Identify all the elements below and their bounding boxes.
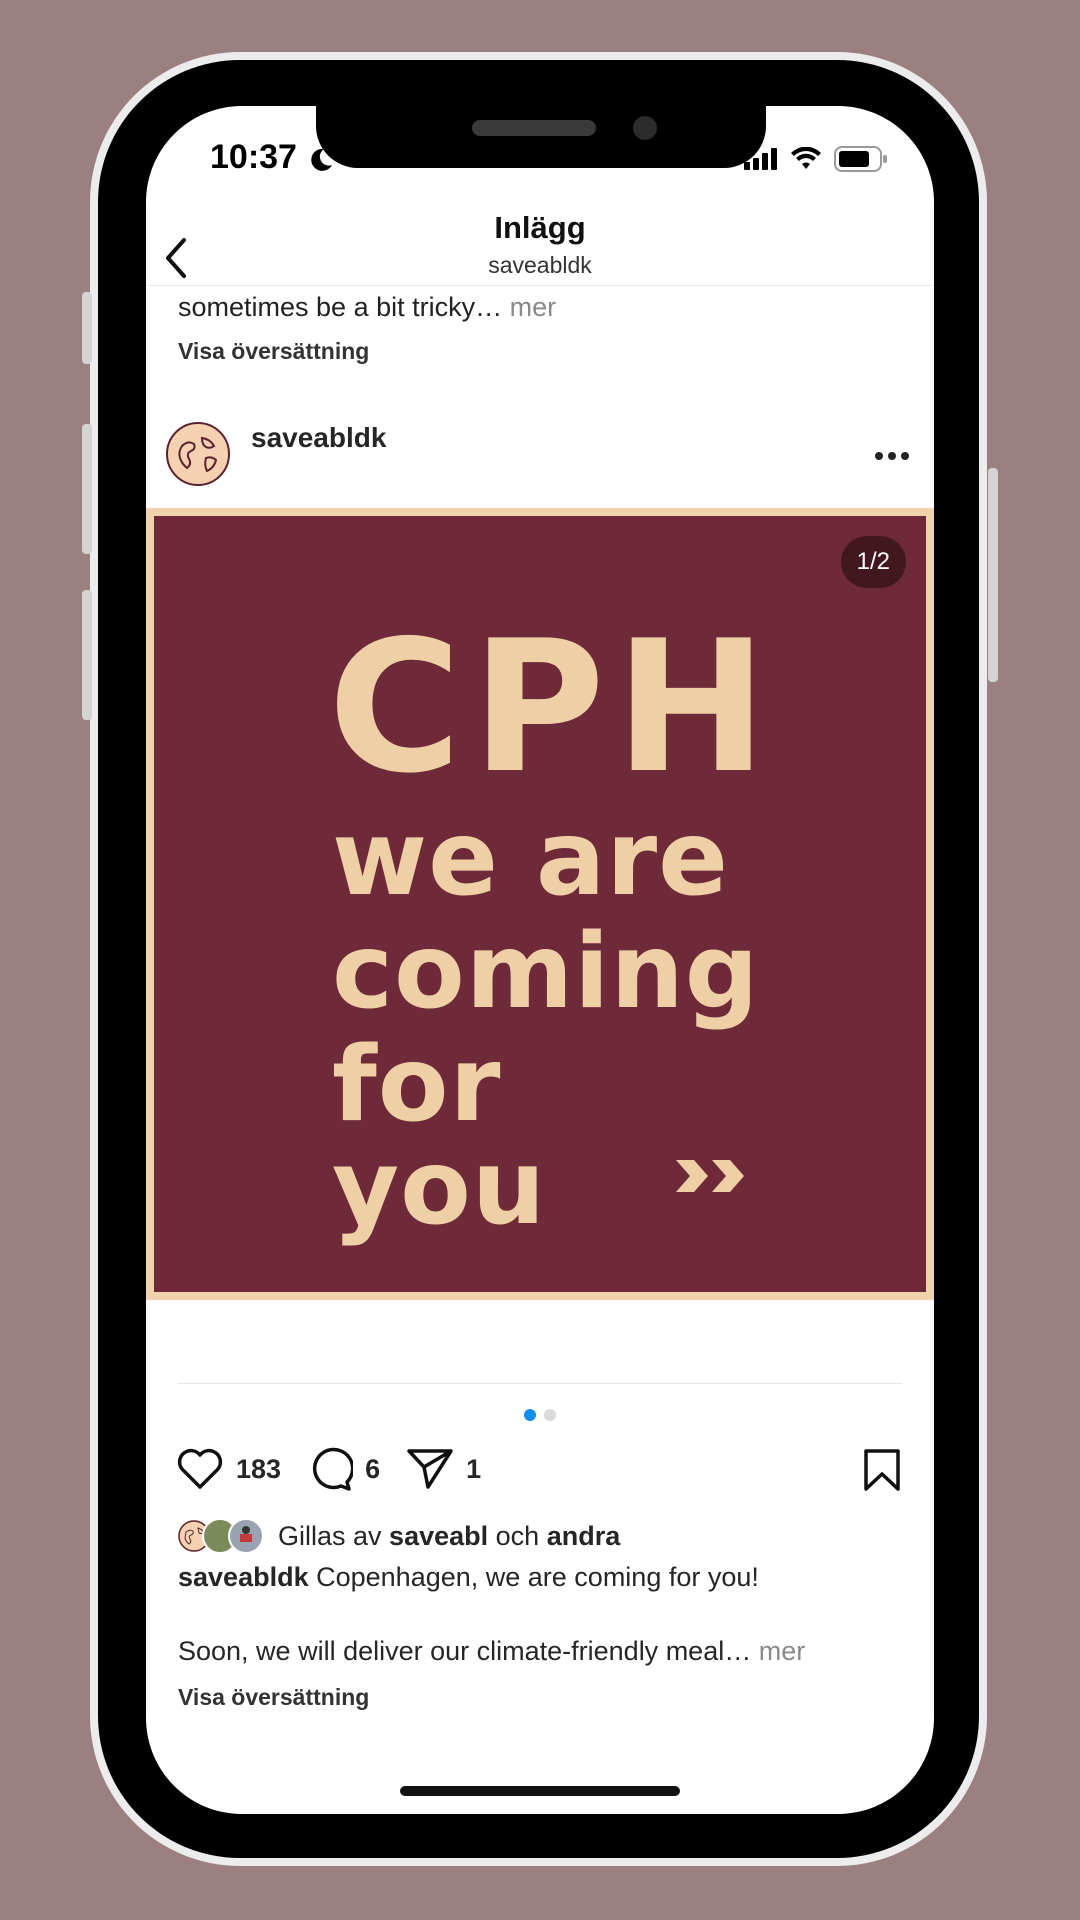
action-bar: 183 6 1 xyxy=(176,1446,507,1492)
liked-by-and: och xyxy=(495,1520,540,1551)
post-avatar[interactable] xyxy=(166,422,230,486)
previous-translate-link[interactable]: Visa översättning xyxy=(178,338,369,365)
globe-icon xyxy=(166,422,230,486)
carousel-counter: 1/2 xyxy=(840,536,906,588)
headline-line-3: coming xyxy=(332,912,760,1032)
caption-line-2-text: Soon, we will deliver our climate-friend… xyxy=(178,1636,752,1666)
like-button[interactable]: 183 xyxy=(176,1447,281,1491)
page-title: Inlägg xyxy=(494,210,586,245)
previous-post-caption: sometimes be a bit tricky… mer xyxy=(178,292,556,323)
notch xyxy=(316,106,766,168)
speaker-grille xyxy=(472,120,596,136)
wifi-icon xyxy=(790,146,822,176)
post-image[interactable]: 1/2 CPH we are coming for you xyxy=(146,508,934,1300)
divider xyxy=(178,1383,902,1384)
liked-by-text: Gillas av saveabl och andra xyxy=(278,1521,620,1552)
bookmark-icon[interactable] xyxy=(862,1448,902,1497)
more-options-icon[interactable] xyxy=(874,448,910,466)
previous-caption-text: sometimes be a bit tricky… xyxy=(178,292,503,322)
like-count: 183 xyxy=(236,1453,282,1484)
post-username[interactable]: saveabldk xyxy=(251,422,386,454)
headline-line-1: CPH xyxy=(328,601,778,813)
share-count: 1 xyxy=(466,1453,482,1484)
double-chevron-icon xyxy=(674,1156,750,1201)
home-indicator[interactable] xyxy=(400,1786,680,1796)
heart-icon xyxy=(177,1448,223,1489)
liker-avatar xyxy=(228,1518,264,1554)
comment-button[interactable]: 6 xyxy=(307,1446,380,1492)
volume-up-button xyxy=(82,424,92,554)
volume-down-button xyxy=(82,590,92,720)
liked-by-user[interactable]: saveabl xyxy=(389,1521,488,1551)
comment-icon xyxy=(313,1447,354,1491)
send-icon xyxy=(407,1449,453,1489)
post-caption-line-2: Soon, we will deliver our climate-friend… xyxy=(178,1636,805,1667)
liked-by-row[interactable]: Gillas av saveabl och andra xyxy=(176,1518,620,1554)
carousel-dot xyxy=(544,1409,556,1421)
post-translate-link[interactable]: Visa översättning xyxy=(178,1684,369,1711)
caption-username[interactable]: saveabldk xyxy=(178,1562,309,1592)
share-button[interactable]: 1 xyxy=(406,1447,481,1491)
page-subtitle: saveabldk xyxy=(488,252,592,278)
comment-count: 6 xyxy=(365,1453,381,1484)
headline-line-2: we are xyxy=(332,799,730,919)
power-button xyxy=(988,468,998,682)
carousel-dots xyxy=(524,1409,556,1421)
front-camera xyxy=(633,116,657,140)
caption-more-link[interactable]: mer xyxy=(759,1636,806,1666)
carousel-dot-active xyxy=(524,1409,536,1421)
liked-by-prefix: Gillas av xyxy=(278,1520,382,1551)
screen: 10:37 Inlägg saveabldk sometimes be a bi… xyxy=(146,106,934,1814)
mute-switch xyxy=(82,292,92,364)
headline-line-4: for you xyxy=(332,1025,547,1248)
previous-more-link[interactable]: mer xyxy=(510,292,557,322)
image-headline: CPH we are coming for you xyxy=(328,616,767,1248)
battery-icon xyxy=(834,146,888,177)
status-time: 10:37 xyxy=(210,138,297,176)
post-caption: saveabldk Copenhagen, we are coming for … xyxy=(178,1562,759,1593)
caption-text: Copenhagen, we are coming for you! xyxy=(316,1562,759,1592)
status-icons xyxy=(744,146,888,177)
liked-by-other[interactable]: andra xyxy=(547,1521,621,1551)
